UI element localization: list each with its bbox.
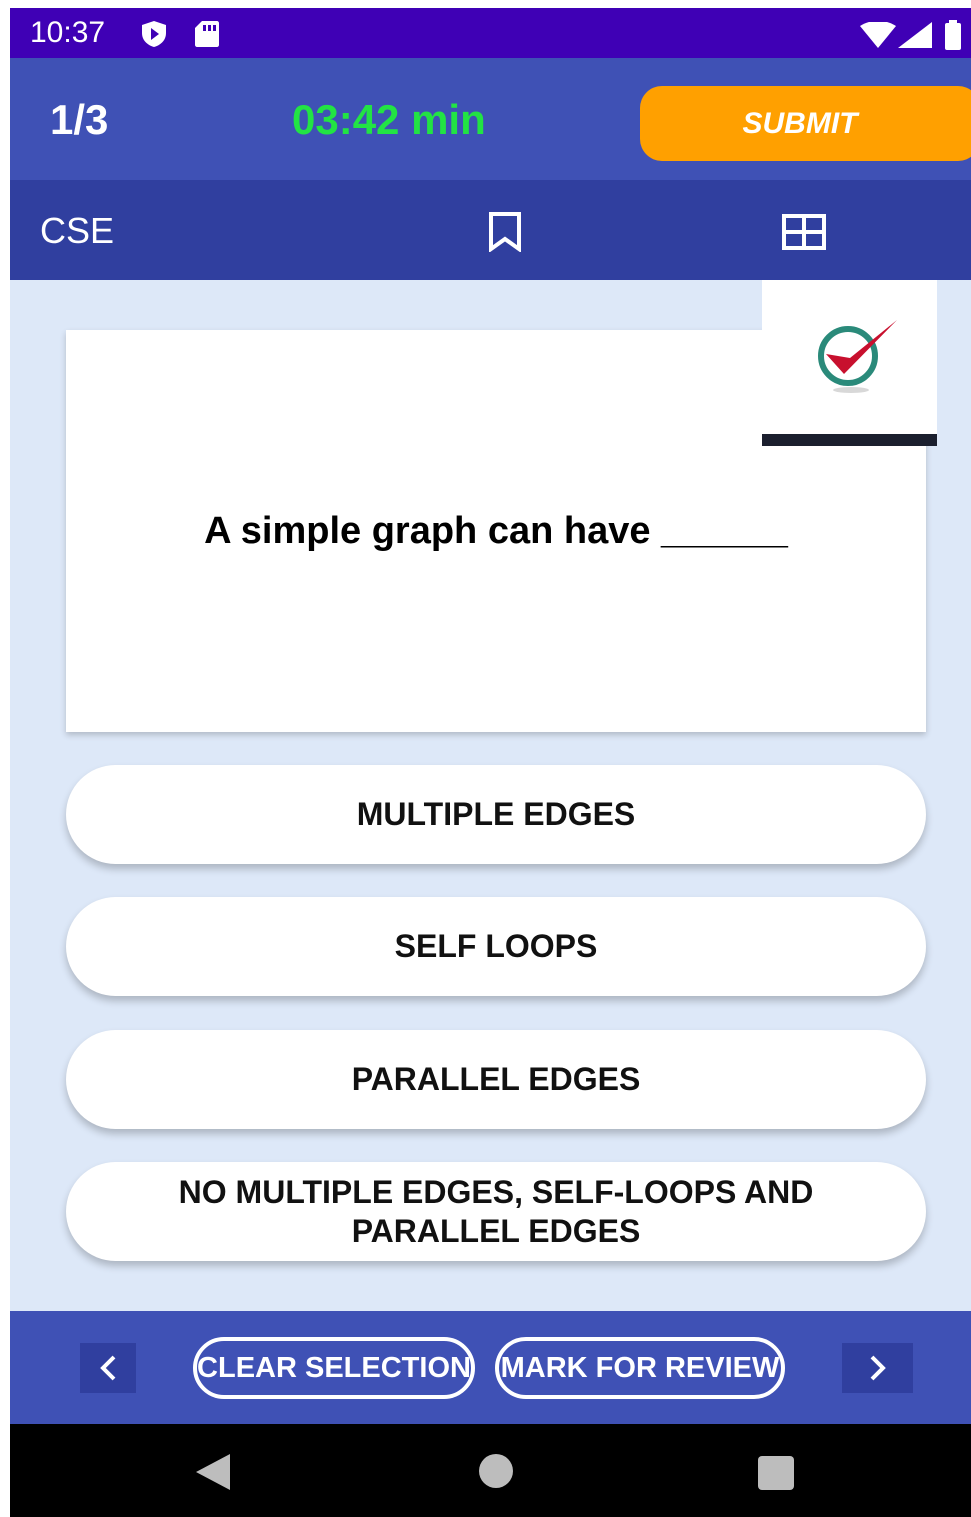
- previous-question-button[interactable]: [80, 1343, 136, 1393]
- wifi-icon: [860, 22, 896, 48]
- checkmark-logo-icon: [818, 320, 897, 393]
- countdown-timer: 03:42 min: [292, 96, 486, 143]
- chevron-left-icon: [100, 1355, 116, 1381]
- grid-view-icon[interactable]: [782, 214, 826, 250]
- play-protect-icon: [142, 21, 166, 47]
- question-counter: 1/3: [50, 96, 109, 143]
- quiz-screen: 10:37 1/3 03:42 min SUBMIT CSE A simple …: [10, 8, 971, 1517]
- sd-card-icon: [195, 21, 219, 47]
- home-icon[interactable]: [479, 1454, 513, 1488]
- status-time: 10:37: [30, 16, 106, 49]
- clear-selection-button[interactable]: CLEAR SELECTION: [193, 1337, 475, 1399]
- action-bar: CLEAR SELECTION MARK FOR REVIEW: [10, 1311, 971, 1424]
- signal-icon: [898, 22, 932, 48]
- subject-label: CSE: [40, 210, 115, 251]
- quiz-header: 1/3 03:42 min SUBMIT: [10, 58, 971, 180]
- status-bar: 10:37: [10, 8, 971, 58]
- question-text: A simple graph can have ______: [204, 510, 788, 552]
- battery-icon: [945, 20, 961, 50]
- system-navigation-bar: [10, 1424, 971, 1517]
- option-1[interactable]: MULTIPLE EDGES: [66, 765, 926, 864]
- logo: [762, 280, 937, 446]
- bookmark-icon[interactable]: [488, 212, 522, 252]
- recents-icon[interactable]: [758, 1456, 794, 1490]
- back-icon[interactable]: [196, 1454, 230, 1490]
- chevron-right-icon: [870, 1355, 886, 1381]
- submit-button[interactable]: SUBMIT: [640, 86, 971, 161]
- option-3[interactable]: PARALLEL EDGES: [66, 1030, 926, 1129]
- subject-bar: CSE: [10, 180, 971, 280]
- mark-for-review-button[interactable]: MARK FOR REVIEW: [495, 1337, 785, 1399]
- option-4[interactable]: NO MULTIPLE EDGES, SELF-LOOPS AND PARALL…: [66, 1162, 926, 1261]
- next-question-button[interactable]: [842, 1343, 913, 1393]
- option-2[interactable]: SELF LOOPS: [66, 897, 926, 996]
- logo-strip: [762, 434, 937, 446]
